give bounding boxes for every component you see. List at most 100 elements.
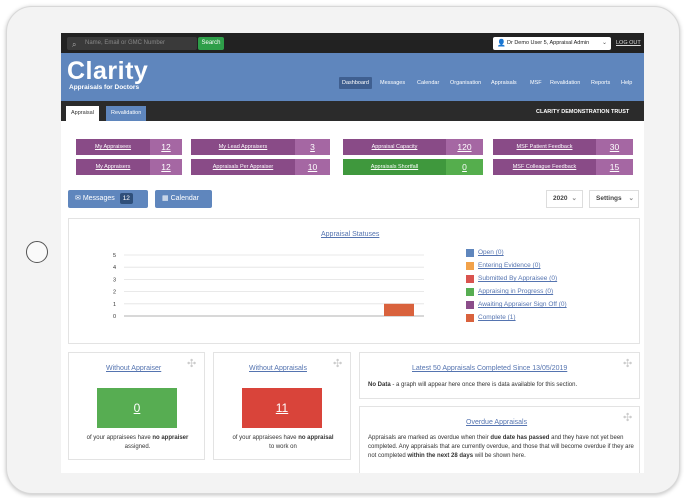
top-bar: ⌕ Name, Email or GMC Number Search 👤 Dr … [61, 33, 644, 53]
calendar-button[interactable]: ▦ Calendar [155, 190, 212, 208]
user-dropdown[interactable]: 👤 Dr Demo User 5, Appraisal Admin ⌄ [493, 37, 611, 50]
latest-appraisals-panel: Latest 50 Appraisals Completed Since 13/… [359, 352, 640, 399]
overdue-appraisals-title[interactable]: Overdue Appraisals [466, 419, 527, 426]
search-input[interactable]: ⌕ Name, Email or GMC Number [67, 37, 197, 50]
year-select[interactable]: 2020 ⌄ [546, 190, 583, 208]
stat-label: My Appraisees [76, 139, 150, 155]
without-appraisals-panel: Without Appraisals ✣ 11 of your appraise… [213, 352, 351, 460]
desc-bold: no appraiser [152, 435, 189, 441]
stat-value: 10 [295, 159, 330, 175]
tab-bar: Appraisal Revalidation CLARITY DEMONSTRA… [61, 101, 644, 121]
calendar-label: Calendar [170, 195, 199, 202]
without-appraiser-panel: Without Appraiser ✣ 0 of your appraisees… [68, 352, 205, 460]
stat-value: 12 [150, 139, 182, 155]
stat-value: 0 [446, 159, 483, 175]
legend-swatch [466, 301, 474, 309]
overdue-bold: due date has passed [490, 435, 550, 441]
dashboard-content: My Appraisees 12 My Lead Appraisers 3 Ap… [61, 121, 644, 473]
stat-label: Appraisals Shortfall [343, 159, 446, 175]
brand-header: Clarity Appraisals for Doctors Dashboard… [61, 53, 644, 101]
chevron-down-icon: ⌄ [601, 40, 607, 46]
search-icon: ⌕ [72, 40, 77, 49]
envelope-icon: ✉ [75, 195, 81, 202]
tab-revalidation[interactable]: Revalidation [106, 106, 147, 121]
chevron-down-icon: ⌄ [571, 195, 577, 202]
stat-label: MSF Patient Feedback [493, 139, 596, 155]
logout-link[interactable]: LOG OUT [616, 37, 641, 50]
legend-item[interactable]: Appraising in Progress (0) [478, 288, 553, 295]
latest-appraisals-title[interactable]: Latest 50 Appraisals Completed Since 13/… [412, 365, 567, 372]
stat-value: 30 [596, 139, 633, 155]
search-button[interactable]: Search [198, 37, 224, 50]
overdue-bold: within the next 28 days [407, 453, 474, 459]
legend-swatch [466, 275, 474, 283]
stat-label: MSF Colleague Feedback [493, 159, 596, 175]
desc-bold: no appraisal [298, 435, 334, 441]
stat-label: Appraisals Per Appraiser [191, 159, 295, 175]
nav-appraisals[interactable]: Appraisals [488, 77, 520, 89]
chart-title[interactable]: Appraisal Statuses [321, 231, 379, 238]
without-appraisals-desc: of your appraisees have no appraisal to … [216, 434, 350, 452]
without-appraisals-count[interactable]: 11 [242, 388, 322, 428]
legend-item[interactable]: Open (0) [478, 249, 504, 256]
bar-complete[interactable] [384, 303, 414, 316]
nav-dashboard[interactable]: Dashboard [339, 77, 372, 89]
overdue-text: will be shown here. [474, 453, 526, 459]
tab-appraisal[interactable]: Appraisal [66, 106, 99, 121]
desc-text: of your appraisees have [86, 435, 151, 441]
user-name: Dr Demo User 5, Appraisal Admin [507, 40, 590, 46]
overdue-description: Appraisals are marked as overdue when th… [368, 434, 636, 461]
legend-swatch [466, 262, 474, 270]
legend-swatch [466, 249, 474, 257]
desc-text: assigned. [124, 444, 151, 450]
appraisal-statuses-panel: Appraisal Statuses 0 1 2 3 4 5 Open (0) Enteri… [68, 218, 640, 344]
without-appraisals-title[interactable]: Without Appraisals [249, 365, 307, 372]
legend-swatch [466, 288, 474, 296]
y-tick-label: 4 [113, 265, 116, 271]
nav-revalidation[interactable]: Revalidation [547, 77, 583, 89]
overdue-text: Appraisals are marked as overdue when th… [368, 435, 489, 441]
tagline: Appraisals for Doctors [69, 84, 140, 91]
user-icon: 👤 [497, 40, 506, 47]
desc-text: of your appraisees have [232, 435, 297, 441]
legend-item[interactable]: Complete (1) [478, 314, 516, 321]
without-appraiser-desc: of your appraisees have no appraiser ass… [71, 434, 204, 452]
move-icon[interactable]: ✣ [187, 357, 196, 370]
move-icon[interactable]: ✣ [333, 357, 342, 370]
desc-text: to work on [269, 444, 297, 450]
legend-item[interactable]: Entering Evidence (0) [478, 262, 541, 269]
without-appraiser-count[interactable]: 0 [97, 388, 177, 428]
nav-help[interactable]: Help [618, 77, 635, 89]
search-placeholder: Name, Email or GMC Number [85, 40, 166, 46]
stat-label: My Appraisers [76, 159, 150, 175]
y-tick-label: 5 [113, 253, 116, 259]
settings-select[interactable]: Settings ⌄ [589, 190, 639, 208]
no-data-text: - a graph will appear here once there is… [390, 382, 578, 388]
nav-reports[interactable]: Reports [588, 77, 613, 89]
nav-organisation[interactable]: Organisation [447, 77, 484, 89]
stat-label: My Lead Appraisers [191, 139, 295, 155]
legend-item[interactable]: Submitted By Appraisee (0) [478, 275, 557, 282]
year-value: 2020 [553, 195, 568, 202]
home-button[interactable] [26, 241, 48, 263]
stat-value: 3 [295, 139, 330, 155]
clarity-logo[interactable]: Clarity [67, 57, 148, 86]
move-icon[interactable]: ✣ [623, 357, 632, 370]
y-tick-label: 0 [113, 314, 116, 320]
settings-label: Settings [596, 195, 622, 202]
without-appraiser-title[interactable]: Without Appraiser [106, 365, 161, 372]
messages-button[interactable]: ✉ Messages 12 [68, 190, 148, 208]
status-bar-chart: 0 1 2 3 4 5 [113, 253, 424, 320]
nav-calendar[interactable]: Calendar [414, 77, 442, 89]
stat-label: Appraisal Capacity [343, 139, 446, 155]
nav-messages[interactable]: Messages [377, 77, 408, 89]
nav-msf[interactable]: MSF [527, 77, 545, 89]
overdue-appraisals-panel: Overdue Appraisals ✣ Appraisals are mark… [359, 406, 640, 473]
stat-value: 15 [596, 159, 633, 175]
no-data-label: No Data [368, 382, 391, 388]
move-icon[interactable]: ✣ [623, 411, 632, 424]
app-screen: ⌕ Name, Email or GMC Number Search 👤 Dr … [61, 33, 644, 473]
legend-item[interactable]: Awaiting Appraiser Sign Off (0) [478, 301, 567, 308]
y-tick-label: 3 [113, 277, 116, 283]
trust-name: CLARITY DEMONSTRATION TRUST [536, 109, 630, 115]
